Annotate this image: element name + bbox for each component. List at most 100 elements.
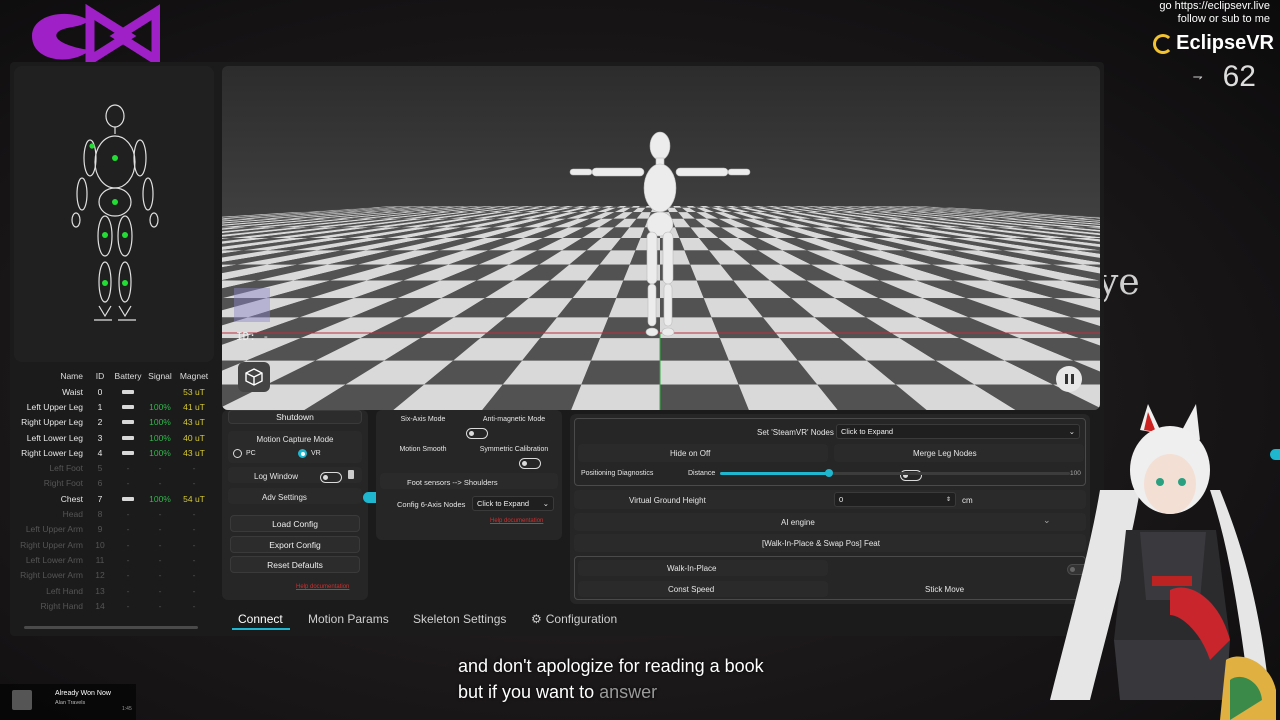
export-config-button[interactable]: Export Config	[230, 536, 360, 553]
ai-engine-row[interactable]	[574, 513, 1086, 531]
tab-configuration[interactable]: ⚙ Configuration	[531, 612, 617, 626]
table-row: Right Lower Arm 12 - - -	[14, 568, 214, 583]
table-row: Right Lower Leg 4 100% 43 uT	[14, 445, 214, 460]
help-link-connect[interactable]: Help documentation	[296, 584, 349, 590]
distance-slider[interactable]	[720, 469, 1070, 477]
config-6axis-dropdown[interactable]: Click to Expand ⌄	[472, 496, 554, 511]
mode-vr-option[interactable]: VR	[298, 449, 321, 458]
tracker-scrollbar[interactable]	[24, 626, 198, 629]
tracker-battery: -	[126, 509, 130, 520]
tracker-signal: -	[158, 539, 162, 550]
tracker-signal: -	[158, 585, 162, 596]
tracker-id: 3	[97, 432, 103, 443]
floor-tile	[571, 384, 660, 410]
pc-label: PC	[246, 450, 256, 457]
anti-magnetic-label: Anti-magnetic Mode	[482, 416, 546, 423]
col-signal: Signal	[148, 371, 172, 381]
battery-icon	[122, 450, 134, 455]
motion-smooth-toggle[interactable]	[518, 458, 541, 469]
pc-radio[interactable]	[233, 449, 242, 458]
table-row: Left Lower Arm 11 - - -	[14, 552, 214, 567]
table-row: Head 8 - - -	[14, 506, 214, 521]
vr-radio[interactable]	[298, 449, 307, 458]
tracker-signal: -	[158, 524, 162, 535]
tab-motion-params[interactable]: Motion Params	[308, 612, 389, 626]
distance-slider-fill	[720, 472, 829, 475]
positioning-diagnostics-label: Positioning Diagnostics	[581, 470, 654, 477]
tracker-id: 4	[97, 447, 103, 458]
trash-icon[interactable]	[348, 470, 354, 479]
foot-sensors-label: Foot sensors --> Shoulders	[407, 478, 498, 487]
battery-icon	[122, 496, 134, 501]
help-link-mode[interactable]: Help documentation	[490, 518, 543, 524]
mocap-mode-label: Motion Capture Mode	[256, 435, 334, 444]
tracker-signal: 100%	[149, 417, 171, 428]
table-body: Waist 0 53 uT Left Upper Leg 1 100% 41 uT Right…	[14, 384, 214, 613]
chevron-down-icon: ⌄	[542, 499, 549, 508]
ground-height-input[interactable]: 0 ⇕	[834, 492, 956, 507]
album-art	[12, 690, 32, 710]
stream-info: go https://eclipsevr.live follow or sub …	[1159, 0, 1270, 26]
mode-pc-option[interactable]: PC	[233, 449, 256, 458]
tracker-id: 10	[95, 539, 105, 550]
ground-unit-label: cm	[962, 496, 973, 505]
tracker-name: Head	[62, 509, 83, 520]
load-config-button[interactable]: Load Config	[230, 515, 360, 532]
tracker-battery: -	[126, 554, 130, 565]
tracker-signal: 100%	[149, 432, 171, 443]
song-title: Already Won Now	[55, 690, 111, 697]
tracker-battery	[112, 435, 144, 440]
vtuber-avatar	[1050, 404, 1276, 720]
tracker-battery: -	[126, 463, 130, 474]
reset-defaults-button[interactable]: Reset Defaults	[230, 556, 360, 573]
adv-settings-label: Adv Settings	[262, 493, 307, 502]
col-id: ID	[95, 371, 105, 381]
set-nodes-label: Set 'SteamVR' Nodes	[757, 428, 834, 437]
tracker-magnet: -	[192, 570, 196, 581]
battery-icon	[122, 435, 134, 440]
3d-viewport[interactable]	[222, 66, 1100, 410]
battery-icon	[122, 404, 134, 409]
tracker-name: Right Lower Leg	[21, 447, 83, 458]
hide-on-off-label: Hide on Off	[670, 449, 711, 458]
subtitle-line-2-text: but if you want to	[458, 682, 595, 702]
table-row: Left Foot 5 - - -	[14, 460, 214, 475]
ground-height-label: Virtual Ground Height	[629, 496, 706, 505]
floor-tile	[660, 384, 749, 410]
table-row: Right Foot 6 - - -	[14, 476, 214, 491]
table-header: Name ID Battery Signal Magnet	[14, 368, 214, 384]
six-axis-toggle[interactable]	[465, 428, 488, 439]
table-row: Left Lower Leg 3 100% 40 uT	[14, 430, 214, 445]
tracker-id: 9	[97, 524, 103, 535]
stepper-icon[interactable]: ⇕	[946, 496, 951, 503]
tracker-signal: -	[158, 463, 162, 474]
log-window-label: Log Window	[254, 472, 299, 481]
tracker-battery: -	[126, 585, 130, 596]
log-window-toggle[interactable]	[320, 472, 342, 483]
tracker-name: Right Hand	[40, 600, 83, 611]
tracker-id: 0	[97, 386, 103, 397]
viewer-icon: ⇁	[1192, 70, 1203, 84]
tracker-id: 11	[95, 554, 105, 565]
song-time: 1:45	[122, 706, 132, 712]
tracker-id: 6	[97, 478, 103, 489]
table-row: Right Hand 14 - - -	[14, 598, 214, 613]
tab-skeleton-settings[interactable]: Skeleton Settings	[413, 612, 506, 626]
distance-slider-knob[interactable]	[824, 469, 833, 477]
tracker-battery: -	[126, 524, 130, 535]
table-row: Waist 0 53 uT	[14, 384, 214, 399]
table-row: Left Upper Leg 1 100% 41 uT	[14, 399, 214, 414]
tracker-name: Right Upper Leg	[21, 417, 83, 428]
tracker-signal: 100%	[149, 447, 171, 458]
checker-floor	[222, 131, 1100, 410]
cube-view-button[interactable]	[238, 362, 270, 392]
tracker-signal: -	[158, 554, 162, 565]
tracker-magnet: -	[192, 585, 196, 596]
subtitle-line-2-pending: answer	[599, 682, 658, 702]
col-battery: Battery	[114, 371, 142, 381]
viewer-count-value: 62	[1222, 60, 1256, 93]
tab-connect[interactable]: Connect	[238, 612, 283, 626]
shutdown-button[interactable]: Shutdown	[228, 410, 362, 424]
follow-text: follow or sub to me	[1177, 13, 1270, 25]
pause-button[interactable]	[1056, 366, 1082, 392]
